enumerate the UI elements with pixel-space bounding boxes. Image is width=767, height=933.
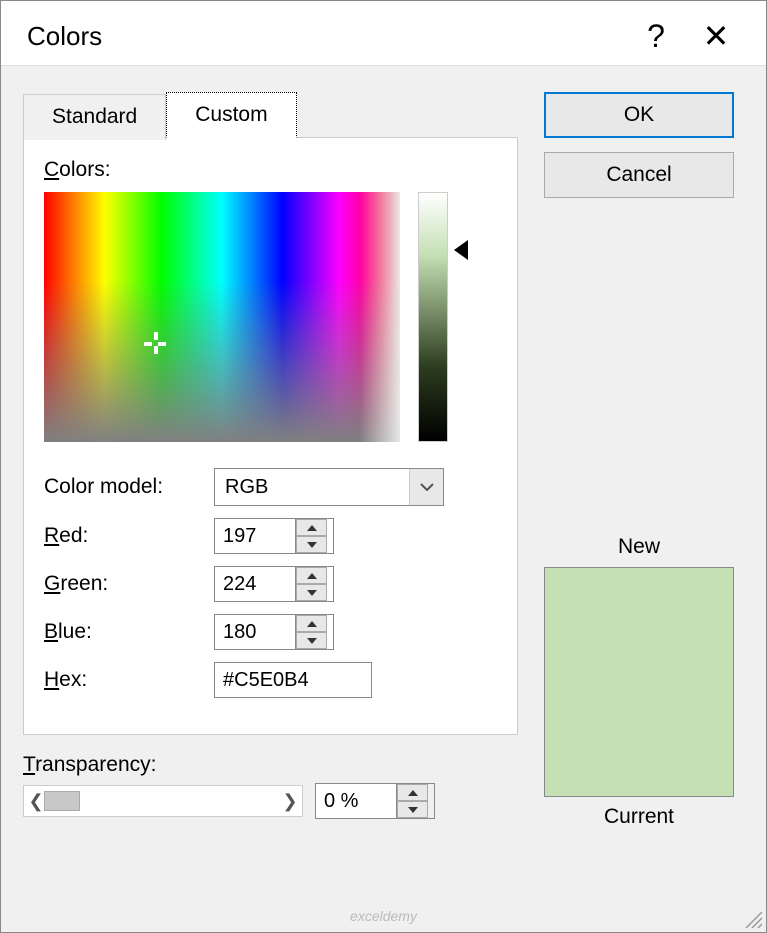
blue-spinner[interactable] [214, 614, 334, 650]
blue-up-button[interactable] [296, 615, 327, 632]
red-input[interactable] [215, 519, 295, 553]
blue-input[interactable] [215, 615, 295, 649]
ok-button[interactable]: OK [544, 92, 734, 138]
blue-down-button[interactable] [296, 632, 327, 649]
colors-field-label: Colors: [44, 158, 497, 182]
tab-standard[interactable]: Standard [23, 94, 166, 140]
help-button[interactable]: ? [626, 18, 686, 55]
hex-input[interactable] [214, 662, 372, 698]
color-model-label: Color model: [44, 475, 214, 499]
current-color-label: Current [534, 805, 744, 829]
hex-label: Hex: [44, 668, 214, 692]
red-label: Red: [44, 524, 214, 548]
slider-left-icon[interactable]: ❮ [28, 791, 44, 812]
new-color-label: New [534, 535, 744, 559]
green-down-button[interactable] [296, 584, 327, 601]
red-down-button[interactable] [296, 536, 327, 553]
trans-down-button[interactable] [397, 801, 428, 818]
color-model-select[interactable]: RGB [214, 468, 444, 506]
blue-label: Blue: [44, 620, 214, 644]
luminance-bar[interactable] [418, 192, 448, 442]
green-up-button[interactable] [296, 567, 327, 584]
transparency-input[interactable] [316, 784, 396, 818]
resize-grip-icon[interactable] [740, 906, 762, 928]
new-color-swatch [545, 568, 733, 796]
custom-panel: Colors: Color m [23, 137, 518, 735]
slider-right-icon[interactable]: ❯ [282, 791, 298, 812]
close-button[interactable]: ✕ [686, 17, 746, 55]
color-preview-box [544, 567, 734, 797]
dialog-title: Colors [27, 21, 626, 52]
hue-sat-picker[interactable] [44, 192, 400, 442]
green-label: Green: [44, 572, 214, 596]
transparency-spinner[interactable] [315, 783, 435, 819]
luminance-arrow-icon[interactable] [454, 240, 468, 260]
slider-thumb[interactable] [44, 791, 80, 811]
trans-up-button[interactable] [397, 784, 428, 801]
titlebar: Colors ? ✕ [1, 1, 766, 66]
green-input[interactable] [215, 567, 295, 601]
red-up-button[interactable] [296, 519, 327, 536]
green-spinner[interactable] [214, 566, 334, 602]
cancel-button[interactable]: Cancel [544, 152, 734, 198]
transparency-slider[interactable]: ❮ ❯ [23, 785, 303, 817]
red-spinner[interactable] [214, 518, 334, 554]
tab-custom[interactable]: Custom [166, 92, 296, 138]
colors-dialog: Colors ? ✕ Standard Custom Colors: [0, 0, 767, 933]
watermark: exceldemy [350, 908, 417, 924]
transparency-label: Transparency: [23, 753, 518, 777]
tab-bar: Standard Custom [23, 92, 518, 138]
